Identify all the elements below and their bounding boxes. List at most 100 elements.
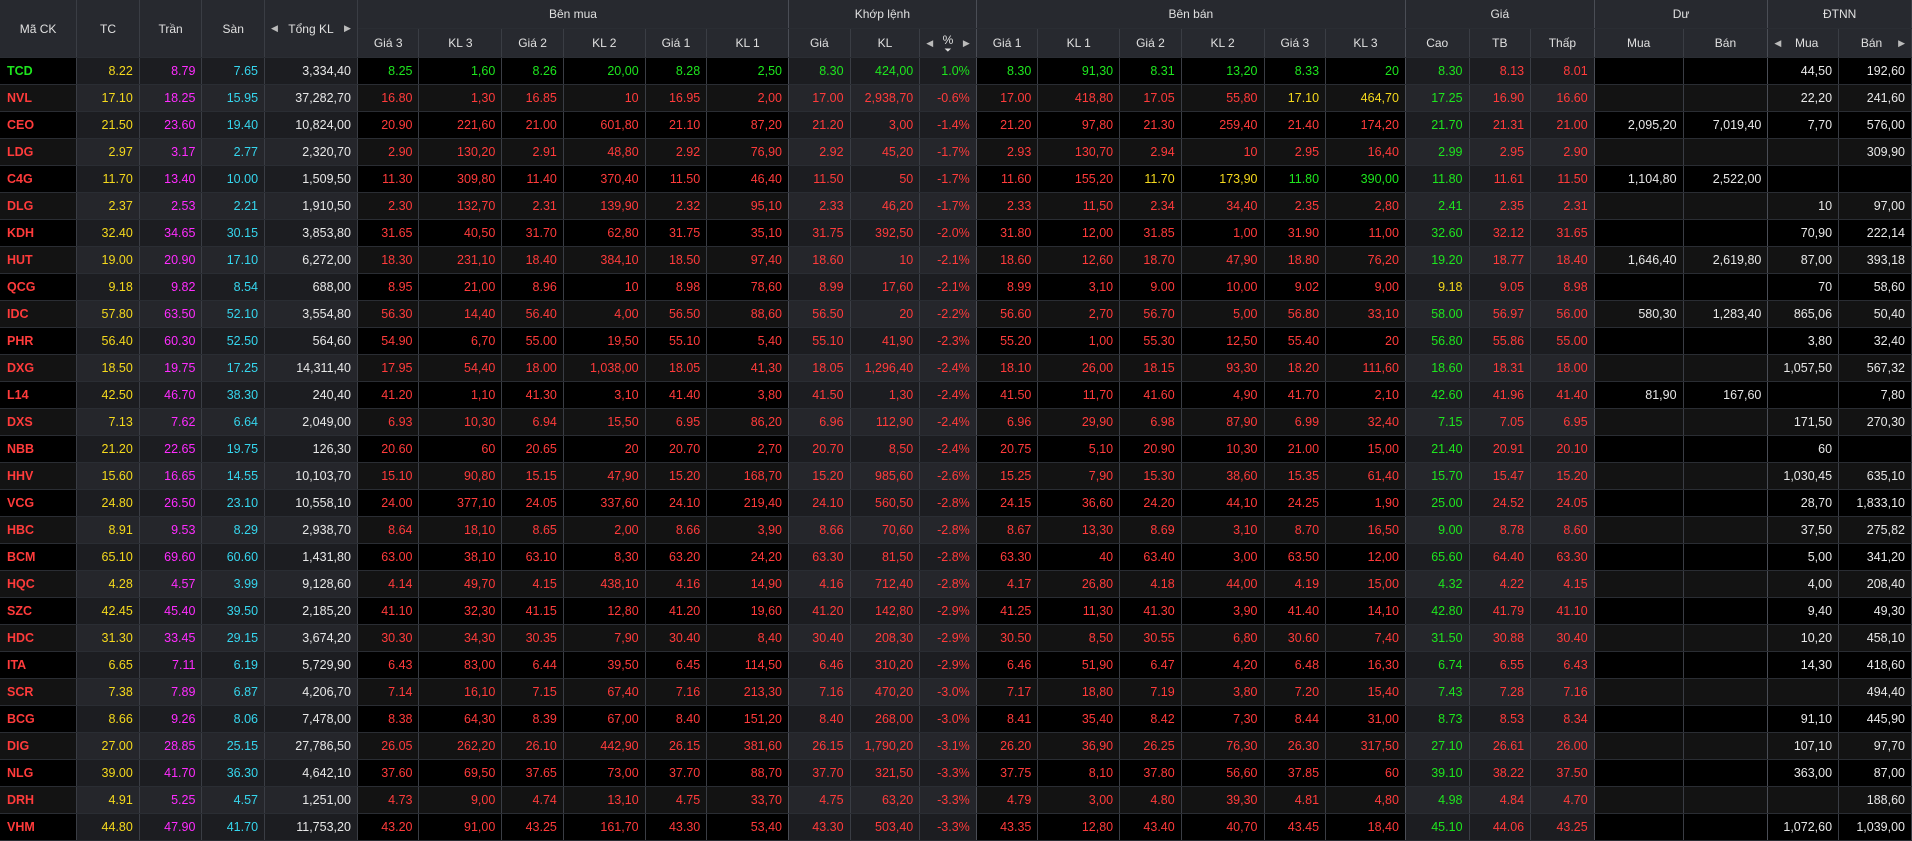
col-floor[interactable]: Sàn xyxy=(201,0,266,58)
symbol-cell[interactable]: DXG xyxy=(0,354,78,382)
table-row[interactable]: NLG 39.00 41.70 36.30 4,642,10 37.60 69,50 37.6… xyxy=(0,759,1912,787)
table-row[interactable]: TCD 8.22 8.79 7.65 3,334,40 8.25 1,60 8.26 20,00… xyxy=(0,57,1912,85)
subcol-match-2[interactable]: ◀ % ⏷ ▶ xyxy=(919,28,977,58)
subcol-price-0[interactable]: Cao xyxy=(1405,28,1470,58)
ceil-cell: 4.57 xyxy=(139,570,203,598)
symbol-cell[interactable]: NBB xyxy=(0,435,78,463)
symbol-cell[interactable]: VHM xyxy=(0,813,78,841)
symbol-cell[interactable]: HUT xyxy=(0,246,78,274)
table-row[interactable]: PHR 56.40 60.30 52.50 564,60 54.90 6,70 55.00 19… xyxy=(0,327,1912,355)
total-cell: 4,642,10 xyxy=(264,759,358,787)
subcol-sell-1[interactable]: KL 1 xyxy=(1037,28,1121,58)
subcol-buy-5[interactable]: KL 1 xyxy=(706,28,789,58)
subcol-sell-2[interactable]: Giá 2 xyxy=(1119,28,1182,58)
symbol-cell[interactable]: ITA xyxy=(0,651,78,679)
table-row[interactable]: HDC 31.30 33.45 29.15 3,674,20 30.30 34,30 30.3… xyxy=(0,624,1912,652)
symbol-cell[interactable]: HBC xyxy=(0,516,78,544)
table-row[interactable]: SCR 7.38 7.89 6.87 4,206,70 7.14 16,10 7.15 67,4… xyxy=(0,678,1912,706)
table-row[interactable]: DRH 4.91 5.25 4.57 1,251,00 4.73 9,00 4.74 13,10… xyxy=(0,786,1912,814)
sell-price-3-cell: 8.44 xyxy=(1264,705,1327,733)
table-row[interactable]: BCM 65.10 69.60 60.60 1,431,80 63.00 38,10 63.1… xyxy=(0,543,1912,571)
table-row[interactable]: NBB 21.20 22.65 19.75 126,30 20.60 60 20.65 20 20… xyxy=(0,435,1912,463)
table-row[interactable]: L14 42.50 46.70 38.30 240,40 41.20 1,10 41.30 3,… xyxy=(0,381,1912,409)
subcol-price-2[interactable]: Thấp xyxy=(1530,28,1595,58)
symbol-cell[interactable]: QCG xyxy=(0,273,78,301)
symbol-cell[interactable]: DXS xyxy=(0,408,78,436)
scroll-left-icon[interactable]: ◀ xyxy=(271,23,278,34)
symbol-cell[interactable]: VCG xyxy=(0,489,78,517)
col-total-volume[interactable]: ◀ Tổng KL ▶ xyxy=(264,0,358,58)
subcol-remain-0[interactable]: Mua xyxy=(1594,28,1684,58)
symbol-cell[interactable]: C4G xyxy=(0,165,78,193)
foreign-left-icon[interactable]: ◀ xyxy=(1774,38,1781,49)
symbol-cell[interactable]: DRH xyxy=(0,786,78,814)
table-row[interactable]: NVL 17.10 18.25 15.95 37,282,70 16.80 1,30 16.8… xyxy=(0,84,1912,112)
subcol-buy-4[interactable]: Giá 1 xyxy=(645,28,708,58)
sell-vol-3-cell: 4,80 xyxy=(1325,786,1406,814)
table-row[interactable]: HUT 19.00 20.90 17.10 6,272,00 18.30 231,10 18.… xyxy=(0,246,1912,274)
col-symbol[interactable]: Mã CK xyxy=(0,0,78,58)
table-row[interactable]: BCG 8.66 9.26 8.06 7,478,00 8.38 64,30 8.39 67,0… xyxy=(0,705,1912,733)
match-right-icon[interactable]: ▶ xyxy=(963,38,970,49)
table-row[interactable]: SZC 42.45 45.40 39.50 2,185,20 41.10 32,30 41.1… xyxy=(0,597,1912,625)
table-row[interactable]: DIG 27.00 28.85 25.15 27,786,50 26.05 262,20 26… xyxy=(0,732,1912,760)
table-row[interactable]: VCG 24.80 26.50 23.10 10,558,10 24.00 377,10 24… xyxy=(0,489,1912,517)
subcol-foreign-1[interactable]: Bán ▶ xyxy=(1838,28,1912,58)
pct-sort[interactable]: % ⏷ xyxy=(943,33,954,55)
subcol-foreign-0[interactable]: ◀ Mua xyxy=(1767,28,1840,58)
col-ref[interactable]: TC xyxy=(76,0,140,58)
symbol-cell[interactable]: SZC xyxy=(0,597,78,625)
buy-vol-2-cell: 10 xyxy=(563,273,646,301)
subcol-buy-3[interactable]: KL 2 xyxy=(563,28,646,58)
subcol-buy-1[interactable]: KL 3 xyxy=(418,28,503,58)
symbol-cell[interactable]: DIG xyxy=(0,732,78,760)
table-row[interactable]: DLG 2.37 2.53 2.21 1,910,50 2.30 132,70 2.31 139… xyxy=(0,192,1912,220)
symbol-cell[interactable]: BCG xyxy=(0,705,78,733)
subcol-price-1[interactable]: TB xyxy=(1469,28,1532,58)
group-foreign: ĐTNN xyxy=(1767,0,1912,29)
subcol-sell-5[interactable]: KL 3 xyxy=(1325,28,1406,58)
table-row[interactable]: VHM 44.80 47.90 41.70 11,753,20 43.20 91,00 43.… xyxy=(0,813,1912,841)
table-row[interactable]: HQC 4.28 4.57 3.99 9,128,60 4.14 49,70 4.15 438,… xyxy=(0,570,1912,598)
symbol-cell[interactable]: SCR xyxy=(0,678,78,706)
table-row[interactable]: C4G 11.70 13.40 10.00 1,509,50 11.30 309,80 11.… xyxy=(0,165,1912,193)
symbol-cell[interactable]: LDG xyxy=(0,138,78,166)
symbol-cell[interactable]: HHV xyxy=(0,462,78,490)
symbol-cell[interactable]: PHR xyxy=(0,327,78,355)
table-row[interactable]: CEO 21.50 23.60 19.40 10,824,00 20.90 221,60 21… xyxy=(0,111,1912,139)
symbol-cell[interactable]: L14 xyxy=(0,381,78,409)
table-row[interactable]: HHV 15.60 16.65 14.55 10,103,70 15.10 90,80 15.… xyxy=(0,462,1912,490)
foreign-right-icon[interactable]: ▶ xyxy=(1898,38,1905,49)
symbol-cell[interactable]: HQC xyxy=(0,570,78,598)
subcol-match-0[interactable]: Giá xyxy=(788,28,851,58)
subcol-sell-0[interactable]: Giá 1 xyxy=(976,28,1039,58)
subcol-sell-3[interactable]: KL 2 xyxy=(1181,28,1265,58)
symbol-cell[interactable]: CEO xyxy=(0,111,78,139)
table-row[interactable]: LDG 2.97 3.17 2.77 2,320,70 2.90 130,20 2.91 48,… xyxy=(0,138,1912,166)
symbol-cell[interactable]: IDC xyxy=(0,300,78,328)
table-row[interactable]: ITA 6.65 7.11 6.19 5,729,90 6.43 83,00 6.44 39,5… xyxy=(0,651,1912,679)
subcol-buy-2[interactable]: Giá 2 xyxy=(501,28,564,58)
sell-price-3-cell: 18.80 xyxy=(1264,246,1327,274)
subcol-buy-0[interactable]: Giá 3 xyxy=(357,28,420,58)
col-ceil[interactable]: Trần xyxy=(139,0,203,58)
subcol-sell-4[interactable]: Giá 3 xyxy=(1264,28,1327,58)
table-row[interactable]: DXG 18.50 19.75 17.25 14,311,40 17.95 54,40 18.… xyxy=(0,354,1912,382)
match-left-icon[interactable]: ◀ xyxy=(926,38,933,49)
subcol-match-1[interactable]: KL xyxy=(850,28,921,58)
symbol-cell[interactable]: HDC xyxy=(0,624,78,652)
table-row[interactable]: IDC 57.80 63.50 52.10 3,554,80 56.30 14,40 56.4… xyxy=(0,300,1912,328)
buy-vol-3-cell: 262,20 xyxy=(418,732,503,760)
table-row[interactable]: DXS 7.13 7.62 6.64 2,049,00 6.93 10,30 6.94 15,5… xyxy=(0,408,1912,436)
symbol-cell[interactable]: NVL xyxy=(0,84,78,112)
symbol-cell[interactable]: TCD xyxy=(0,57,78,85)
table-row[interactable]: KDH 32.40 34.65 30.15 3,853,80 31.65 40,50 31.7… xyxy=(0,219,1912,247)
subcol-remain-1[interactable]: Bán xyxy=(1683,28,1769,58)
symbol-cell[interactable]: NLG xyxy=(0,759,78,787)
symbol-cell[interactable]: KDH xyxy=(0,219,78,247)
symbol-cell[interactable]: BCM xyxy=(0,543,78,571)
scroll-right-icon[interactable]: ▶ xyxy=(344,23,351,34)
table-row[interactable]: HBC 8.91 9.53 8.29 2,938,70 8.64 18,10 8.65 2,00… xyxy=(0,516,1912,544)
symbol-cell[interactable]: DLG xyxy=(0,192,78,220)
table-row[interactable]: QCG 9.18 9.82 8.54 688,00 8.95 21,00 8.96 10 8.98… xyxy=(0,273,1912,301)
